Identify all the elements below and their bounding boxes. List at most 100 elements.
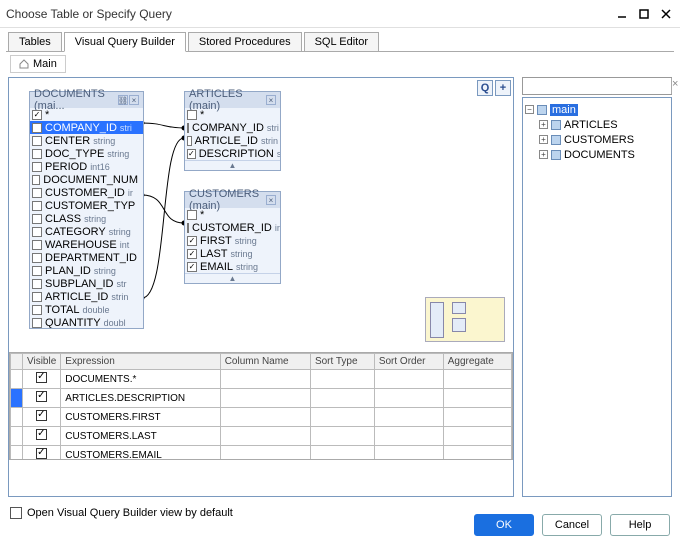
grid-header[interactable]: Column Name	[220, 354, 310, 370]
field-checkbox[interactable]	[32, 201, 42, 211]
visible-checkbox[interactable]	[36, 429, 47, 440]
field-row[interactable]: CUSTOMER_IDir	[185, 221, 280, 234]
close-table-icon[interactable]: ×	[129, 95, 139, 105]
field-checkbox[interactable]	[187, 236, 197, 246]
link-icon[interactable]: ⛓	[118, 95, 128, 105]
field-checkbox[interactable]	[32, 175, 40, 185]
tree-collapse-icon[interactable]: −	[525, 105, 534, 114]
minimap[interactable]	[425, 297, 505, 342]
collapse-icon[interactable]: ▲	[185, 160, 280, 170]
field-checkbox[interactable]	[32, 123, 42, 133]
tab-visual-query-builder[interactable]: Visual Query Builder	[64, 32, 186, 52]
default-view-checkbox[interactable]	[10, 507, 22, 519]
field-row[interactable]: SUBPLAN_IDstr	[30, 277, 143, 290]
field-checkbox[interactable]	[32, 162, 42, 172]
table-row[interactable]: ARTICLES.DESCRIPTION	[11, 389, 512, 408]
field-checkbox[interactable]	[187, 262, 197, 272]
field-row[interactable]: CENTERstring	[30, 134, 143, 147]
help-button[interactable]: Help	[610, 514, 670, 536]
minimize-icon[interactable]	[614, 6, 630, 22]
field-row[interactable]: ARTICLE_IDstrin	[185, 134, 280, 147]
field-checkbox[interactable]	[32, 136, 42, 146]
tab-sql-editor[interactable]: SQL Editor	[304, 32, 379, 52]
field-checkbox[interactable]	[187, 136, 192, 146]
grid-header[interactable]: Visible	[23, 354, 61, 370]
collapse-icon[interactable]: ▲	[185, 273, 280, 283]
field-checkbox[interactable]	[187, 149, 196, 159]
field-checkbox[interactable]	[187, 110, 197, 120]
field-row[interactable]: FIRSTstring	[185, 234, 280, 247]
cancel-button[interactable]: Cancel	[542, 514, 602, 536]
field-row[interactable]: ARTICLE_IDstrin	[30, 290, 143, 303]
field-row[interactable]: PERIODint16	[30, 160, 143, 173]
field-checkbox[interactable]	[32, 279, 42, 289]
visible-checkbox[interactable]	[36, 448, 47, 459]
query-tool[interactable]: Q	[477, 80, 493, 96]
field-row[interactable]: COMPANY_IDstri	[30, 121, 143, 134]
field-row[interactable]: DEPARTMENT_ID	[30, 251, 143, 264]
field-row[interactable]: WAREHOUSEint	[30, 238, 143, 251]
grid-header[interactable]: Expression	[61, 354, 220, 370]
close-table-icon[interactable]: ×	[266, 95, 276, 105]
ok-button[interactable]: OK	[474, 514, 534, 536]
close-icon[interactable]	[658, 6, 674, 22]
grid-header[interactable]: Sort Type	[310, 354, 374, 370]
maximize-icon[interactable]	[636, 6, 652, 22]
field-row[interactable]: QUANTITYdoubl	[30, 316, 143, 328]
subtab-main[interactable]: Main	[10, 55, 66, 73]
field-checkbox[interactable]	[32, 214, 42, 224]
field-row[interactable]: TOTALdouble	[30, 303, 143, 316]
close-table-icon[interactable]: ×	[266, 195, 276, 205]
expression-cell[interactable]: CUSTOMERS.FIRST	[61, 408, 220, 427]
field-row[interactable]: DOC_TYPEstring	[30, 147, 143, 160]
tab-tables[interactable]: Tables	[8, 32, 62, 52]
table-row[interactable]: CUSTOMERS.EMAIL	[11, 446, 512, 461]
tree-item[interactable]: +DOCUMENTS	[539, 147, 669, 162]
field-checkbox[interactable]	[32, 318, 42, 328]
visible-checkbox[interactable]	[36, 372, 47, 383]
grid-header[interactable]: Aggregate	[443, 354, 511, 370]
field-checkbox[interactable]	[187, 123, 189, 133]
field-checkbox[interactable]	[32, 188, 42, 198]
tree-item[interactable]: +CUSTOMERS	[539, 132, 669, 147]
field-row[interactable]: PLAN_IDstring	[30, 264, 143, 277]
grid-header[interactable]: Sort Order	[374, 354, 443, 370]
clear-search-icon[interactable]: ×	[671, 78, 678, 94]
field-checkbox[interactable]	[32, 305, 42, 315]
tree-root[interactable]: main	[550, 104, 578, 116]
field-row[interactable]: LASTstring	[185, 247, 280, 260]
visible-checkbox[interactable]	[36, 410, 47, 421]
field-row[interactable]: EMAILstring	[185, 260, 280, 273]
field-checkbox[interactable]	[32, 149, 42, 159]
table-row[interactable]: CUSTOMERS.FIRST	[11, 408, 512, 427]
field-row[interactable]: CLASSstring	[30, 212, 143, 225]
visible-checkbox[interactable]	[36, 391, 47, 402]
field-row[interactable]: DESCRIPTIONstr	[185, 147, 280, 160]
tab-stored-procedures[interactable]: Stored Procedures	[188, 32, 302, 52]
add-tool[interactable]: +	[495, 80, 511, 96]
field-checkbox[interactable]	[32, 266, 42, 276]
field-checkbox[interactable]	[32, 292, 42, 302]
field-row[interactable]: COMPANY_IDstri	[185, 121, 280, 134]
tree-expand-icon[interactable]: +	[539, 120, 548, 129]
expression-cell[interactable]: CUSTOMERS.EMAIL	[61, 446, 220, 461]
field-row[interactable]: DOCUMENT_NUM	[30, 173, 143, 186]
expression-cell[interactable]: ARTICLES.DESCRIPTION	[61, 389, 220, 408]
field-checkbox[interactable]	[32, 253, 42, 263]
expression-cell[interactable]: DOCUMENTS.*	[61, 370, 220, 389]
field-checkbox[interactable]	[187, 223, 189, 233]
field-checkbox[interactable]	[32, 110, 42, 120]
field-row[interactable]: CATEGORYstring	[30, 225, 143, 238]
field-row[interactable]: CUSTOMER_IDir	[30, 186, 143, 199]
field-checkbox[interactable]	[187, 210, 197, 220]
field-checkbox[interactable]	[187, 249, 197, 259]
tree-item[interactable]: +ARTICLES	[539, 117, 669, 132]
table-row[interactable]: DOCUMENTS.*	[11, 370, 512, 389]
expression-cell[interactable]: CUSTOMERS.LAST	[61, 427, 220, 446]
tree-expand-icon[interactable]: +	[539, 135, 548, 144]
field-checkbox[interactable]	[32, 227, 42, 237]
field-checkbox[interactable]	[32, 240, 42, 250]
tree-expand-icon[interactable]: +	[539, 150, 548, 159]
field-row[interactable]: CUSTOMER_TYP	[30, 199, 143, 212]
tree-search-input[interactable]	[523, 78, 671, 94]
